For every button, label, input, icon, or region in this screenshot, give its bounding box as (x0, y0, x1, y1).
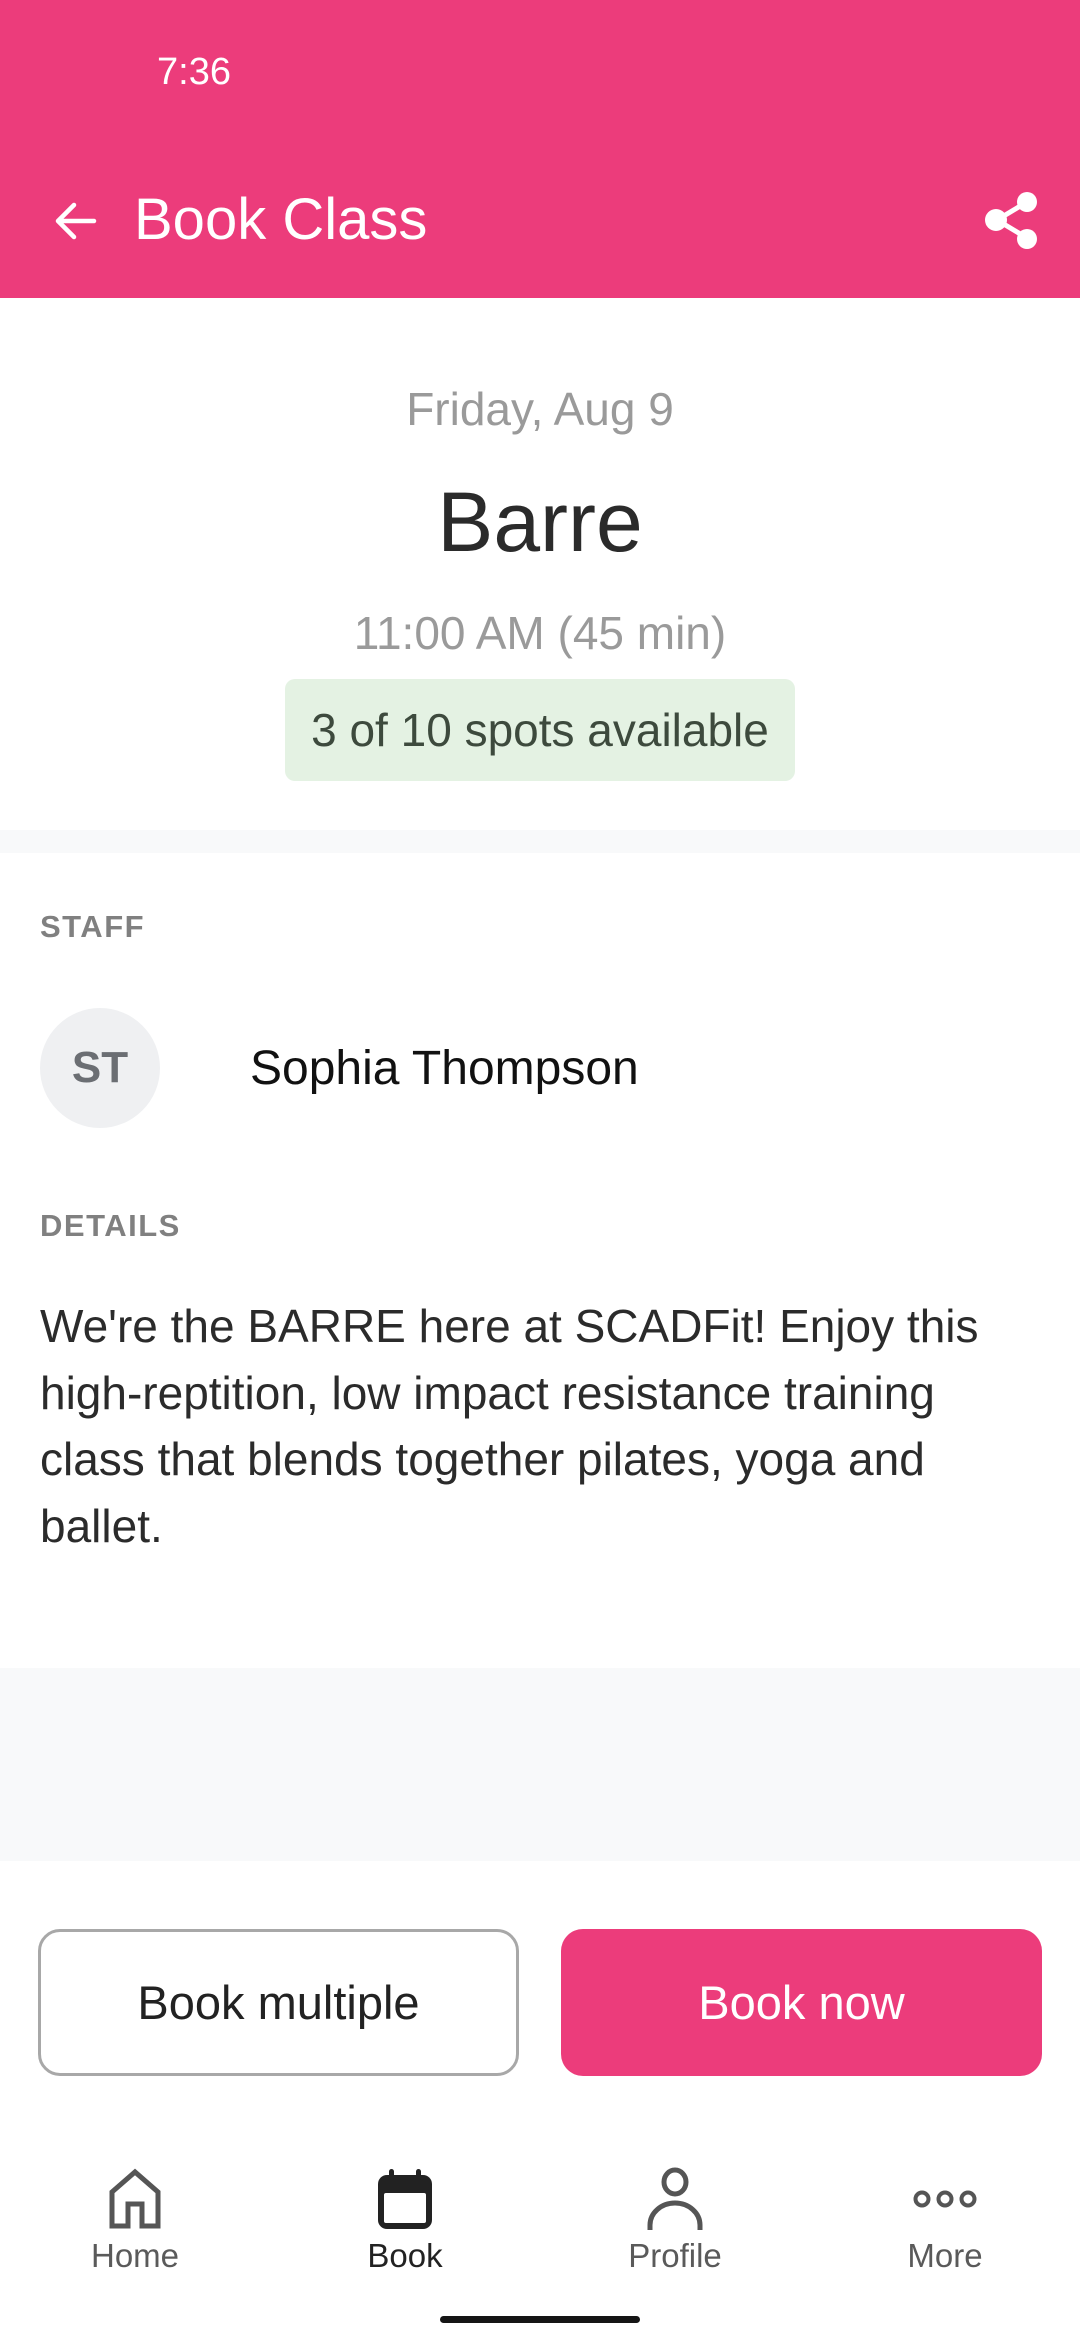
status-bar-time: 7:36 (157, 51, 231, 93)
staff-name: Sophia Thompson (250, 1041, 639, 1095)
back-button[interactable] (40, 188, 110, 254)
availability-badge: 3 of 10 spots available (285, 679, 795, 781)
share-icon (985, 192, 1037, 249)
person-icon (647, 2167, 703, 2230)
app-header: 7:36 Book Class (0, 0, 1080, 298)
spacer-band (0, 1668, 1080, 1861)
details-section-label: DETAILS (40, 1208, 181, 1243)
arrow-left-icon (55, 202, 97, 240)
class-date: Friday, Aug 9 (406, 383, 674, 435)
staff-avatar: ST (40, 1008, 160, 1128)
nav-label-home: Home (90, 2237, 180, 2274)
nav-label-book: Book (367, 2237, 443, 2274)
calendar-icon (378, 2169, 432, 2229)
share-button[interactable] (972, 180, 1052, 260)
class-description: We're the BARRE here at SCADFit! Enjoy t… (40, 1300, 979, 1552)
class-time: 11:00 AM (45 min) (353, 607, 727, 659)
book-multiple-button[interactable]: Book multiple (38, 1929, 519, 2076)
nav-item-book[interactable]: Book (270, 2150, 540, 2290)
nav-item-profile[interactable]: Profile (540, 2150, 810, 2290)
staff-row[interactable]: ST Sophia Thompson (40, 1008, 1040, 1128)
class-name: Barre (437, 475, 643, 569)
nav-label-profile: Profile (628, 2237, 722, 2274)
staff-section-label: STAFF (40, 909, 146, 944)
more-dots-icon (913, 2190, 977, 2208)
home-icon (109, 2168, 161, 2229)
nav-label-more: More (907, 2237, 983, 2274)
home-indicator[interactable] (440, 2316, 640, 2323)
nav-item-more[interactable]: More (810, 2150, 1080, 2290)
section-divider (0, 830, 1080, 853)
nav-item-home[interactable]: Home (0, 2150, 270, 2290)
book-now-button[interactable]: Book now (561, 1929, 1042, 2076)
page-title: Book Class (134, 187, 428, 252)
bottom-nav: Home Book Profile More (0, 2150, 1080, 2290)
